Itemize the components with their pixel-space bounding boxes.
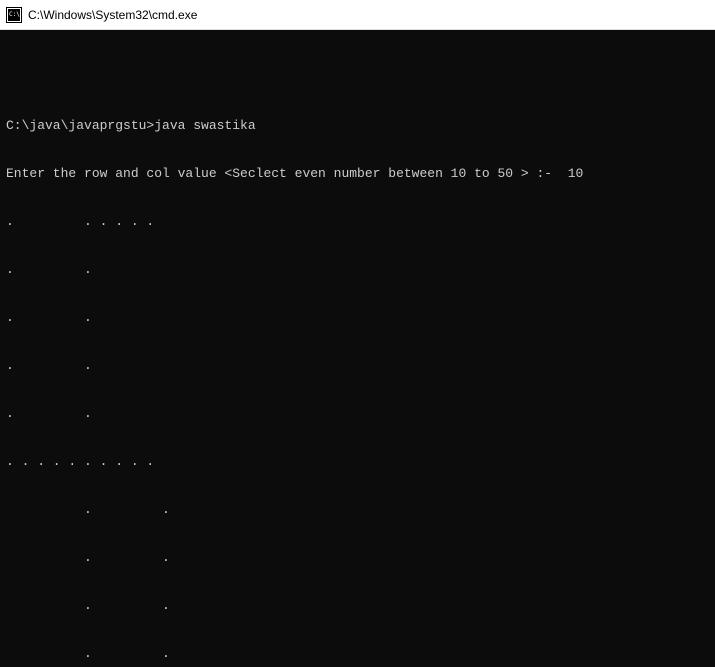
console-line: . . bbox=[6, 598, 709, 614]
console-line: Enter the row and col value <Seclect eve… bbox=[6, 166, 709, 182]
console-line: . . . . . . . . . . bbox=[6, 454, 709, 470]
cmd-icon: C:\ bbox=[6, 7, 22, 23]
svg-text:C:\: C:\ bbox=[9, 11, 20, 18]
console-line: . . bbox=[6, 310, 709, 326]
window-title: C:\Windows\System32\cmd.exe bbox=[28, 8, 197, 22]
console-line: C:\java\javaprgstu>java swastika bbox=[6, 118, 709, 134]
console-line: . . bbox=[6, 406, 709, 422]
console-line: . . bbox=[6, 358, 709, 374]
console-line bbox=[6, 70, 709, 86]
console-line: . . bbox=[6, 502, 709, 518]
console-line: . . bbox=[6, 550, 709, 566]
console-line: . . bbox=[6, 646, 709, 662]
console-line: . . . . . . bbox=[6, 214, 709, 230]
console-output[interactable]: C:\java\javaprgstu>java swastika Enter t… bbox=[0, 30, 715, 667]
console-line: . . bbox=[6, 262, 709, 278]
window-title-bar[interactable]: C:\ C:\Windows\System32\cmd.exe bbox=[0, 0, 715, 30]
